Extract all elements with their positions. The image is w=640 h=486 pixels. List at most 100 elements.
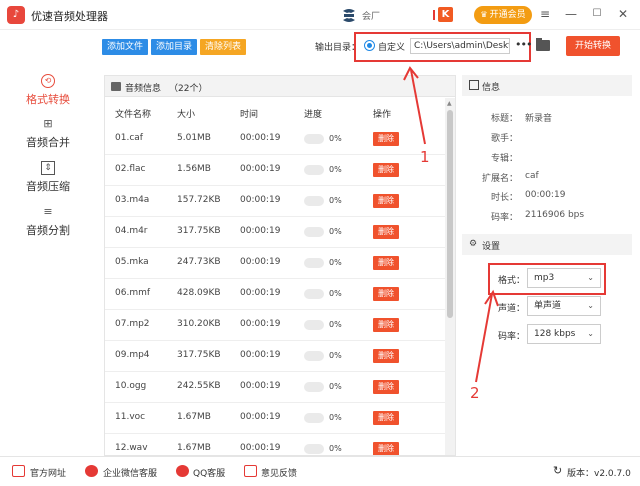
footer: 官方网址 企业微信客服 QQ客服 意见反馈 ↻ 版本：v2.0.7.0 <box>0 456 640 486</box>
format-select[interactable]: mp3 ⌄ <box>527 268 601 288</box>
settings-title: 设置 <box>482 242 501 252</box>
custom-radio[interactable] <box>364 40 375 51</box>
col-header-size: 大小 <box>177 110 196 120</box>
folder-icon[interactable] <box>536 38 550 51</box>
clear-list-button[interactable]: 清除列表 <box>200 39 246 55</box>
progress-percent: 0% <box>329 351 342 360</box>
file-name: 09.mp4 <box>115 350 150 360</box>
table-row[interactable]: 09.mp4 317.75KB 00:00:19 0% 删除 <box>105 341 445 372</box>
toolbar: 添加文件 添加目录 清除列表 输出目录： 自定义 C:\Users\admin\… <box>96 30 640 72</box>
channel-select[interactable]: 单声道 ⌄ <box>527 296 601 316</box>
info-header: 信息 <box>462 75 632 96</box>
progress-bar <box>304 382 324 392</box>
file-list-title: 音频信息 <box>125 84 162 94</box>
file-size: 242.55KB <box>177 381 221 391</box>
start-convert-button[interactable]: 开始转换 <box>566 36 620 56</box>
nav-item-label: 格式转换 <box>26 93 70 106</box>
red-bar-icon <box>433 10 435 20</box>
delete-button[interactable]: 删除 <box>373 380 399 394</box>
merge-icon: ⊞ <box>43 117 53 130</box>
file-size: 157.72KB <box>177 195 221 205</box>
refresh-icon[interactable]: ↻ <box>553 464 562 477</box>
file-name: 06.mmf <box>115 288 151 298</box>
minimize-icon[interactable]: — <box>563 5 579 23</box>
table-row[interactable]: 12.wav 1.67MB 00:00:19 0% 删除 <box>105 434 445 455</box>
info-value: 00:00:19 <box>525 190 566 200</box>
progress-bar <box>304 196 324 206</box>
file-name: 12.wav <box>115 443 148 453</box>
col-header-action: 操作 <box>373 110 392 120</box>
delete-button[interactable]: 删除 <box>373 256 399 270</box>
bitrate-select[interactable]: 128 kbps ⌄ <box>527 324 601 344</box>
delete-button[interactable]: 删除 <box>373 287 399 301</box>
k-logo-icon[interactable]: K <box>438 7 453 22</box>
nav-item-split[interactable]: ≡ 音频分割 <box>0 205 96 245</box>
file-time: 00:00:19 <box>240 288 281 298</box>
table-row[interactable]: 05.mka 247.73KB 00:00:19 0% 删除 <box>105 248 445 279</box>
wechat-support-link[interactable]: 企业微信客服 <box>103 466 157 479</box>
col-header-progress: 进度 <box>304 110 323 120</box>
file-size: 1.67MB <box>177 412 211 422</box>
table-row[interactable]: 11.voc 1.67MB 00:00:19 0% 删除 <box>105 403 445 434</box>
progress-bar <box>304 227 324 237</box>
maximize-icon[interactable]: ☐ <box>589 5 605 23</box>
scroll-up-icon[interactable]: ▲ <box>447 100 452 107</box>
file-size: 317.75KB <box>177 226 221 236</box>
table-row[interactable]: 03.m4a 157.72KB 00:00:19 0% 删除 <box>105 186 445 217</box>
delete-button[interactable]: 删除 <box>373 132 399 146</box>
table-row[interactable]: 10.ogg 242.55KB 00:00:19 0% 删除 <box>105 372 445 403</box>
progress-bar <box>304 320 324 330</box>
nav-item-merge[interactable]: ⊞ 音频合并 <box>0 117 96 157</box>
scroll-thumb[interactable] <box>447 110 453 318</box>
delete-button[interactable]: 删除 <box>373 442 399 455</box>
custom-radio-label[interactable]: 自定义 <box>378 40 405 53</box>
right-panel: 信息 标题： 新录音 歌手： 专辑： 扩展名： caf 时长： 00:00:19… <box>462 75 632 456</box>
progress-percent: 0% <box>329 289 342 298</box>
progress-percent: 0% <box>329 413 342 422</box>
format-value: mp3 <box>534 273 555 283</box>
progress-percent: 0% <box>329 196 342 205</box>
file-name: 04.m4r <box>115 226 148 236</box>
left-nav: ⟲ 格式转换 ⊞ 音频合并 ⇕ 音频压缩 ≡ 音频分割 <box>0 30 96 456</box>
vip-label: 开通会员 <box>489 10 526 20</box>
file-time: 00:00:19 <box>240 133 281 143</box>
file-list-scrollbar[interactable]: ▲ <box>445 98 455 455</box>
nav-item-format-convert[interactable]: ⟲ 格式转换 <box>0 74 96 114</box>
table-row[interactable]: 06.mmf 428.09KB 00:00:19 0% 删除 <box>105 279 445 310</box>
delete-button[interactable]: 删除 <box>373 411 399 425</box>
output-path-input[interactable]: C:\Users\admin\Deskto <box>410 38 510 54</box>
file-name: 05.mka <box>115 257 149 267</box>
close-icon[interactable]: ✕ <box>615 5 631 23</box>
menu-icon[interactable]: ≡ <box>537 5 553 23</box>
feedback-link[interactable]: 意见反馈 <box>261 466 297 479</box>
file-size: 428.09KB <box>177 288 221 298</box>
chevron-down-icon: ⌄ <box>587 273 594 282</box>
delete-button[interactable]: 删除 <box>373 163 399 177</box>
delete-button[interactable]: 删除 <box>373 318 399 332</box>
add-file-button[interactable]: 添加文件 <box>102 39 148 55</box>
table-row[interactable]: 02.flac 1.56MB 00:00:19 0% 删除 <box>105 155 445 186</box>
nav-item-label: 音频压缩 <box>26 180 70 193</box>
vip-button[interactable]: ♛ 开通会员 <box>474 6 532 24</box>
table-row[interactable]: 01.caf 5.01MB 00:00:19 0% 删除 <box>105 124 445 155</box>
qq-support-link[interactable]: QQ客服 <box>193 466 225 479</box>
progress-bar <box>304 289 324 299</box>
progress-bar <box>304 134 324 144</box>
browse-more-button[interactable]: ••• <box>515 38 532 51</box>
table-row[interactable]: 07.mp2 310.20KB 00:00:19 0% 删除 <box>105 310 445 341</box>
info-key: 码率： <box>490 213 518 223</box>
add-dir-button[interactable]: 添加目录 <box>151 39 197 55</box>
progress-bar <box>304 444 324 454</box>
delete-button[interactable]: 删除 <box>373 225 399 239</box>
info-value: 2116906 bps <box>525 210 585 220</box>
file-time: 00:00:19 <box>240 226 281 236</box>
table-row[interactable]: 04.m4r 317.75KB 00:00:19 0% 删除 <box>105 217 445 248</box>
delete-button[interactable]: 删除 <box>373 349 399 363</box>
file-time: 00:00:19 <box>240 164 281 174</box>
member-text[interactable]: 会厂 <box>362 9 380 22</box>
brand-s-icon[interactable] <box>340 7 358 24</box>
delete-button[interactable]: 删除 <box>373 194 399 208</box>
nav-item-compress[interactable]: ⇕ 音频压缩 <box>0 161 96 201</box>
website-link[interactable]: 官方网址 <box>30 466 66 479</box>
split-icon: ≡ <box>43 205 53 218</box>
